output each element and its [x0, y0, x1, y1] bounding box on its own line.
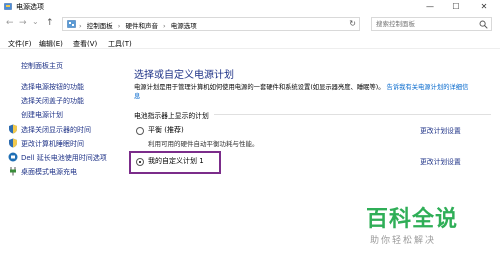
- main-content: 选择或自定义电源计划 电源计划是用于管理计算机如何使用电源的一套硬件和系统设置(…: [122, 50, 500, 277]
- sidebar-item-lid-close[interactable]: 选择关闭盖子的功能: [21, 96, 84, 106]
- breadcrumb-hardware-sound[interactable]: 硬件和声音: [125, 20, 158, 30]
- breadcrumb-control-panel[interactable]: 控制面板: [87, 20, 113, 30]
- up-button[interactable]: ↑: [46, 18, 54, 28]
- minimize-button[interactable]: —: [418, 0, 442, 13]
- watermark-tagline: 助你轻松解决: [370, 236, 437, 246]
- navigation-bar: ← → ⌄ ↑ › 控制面板 › 硬件和声音 › 电源选项 ↻: [0, 14, 500, 34]
- watermark-logo: 百科全说: [366, 207, 459, 232]
- plan-custom-change-settings-link[interactable]: 更改计划设置: [420, 156, 461, 166]
- plan-custom-radio[interactable]: [136, 158, 144, 166]
- control-panel-icon: [67, 20, 76, 28]
- maximize-button[interactable]: ☐: [444, 0, 468, 13]
- plan-balanced-change-settings-link[interactable]: 更改计划设置: [420, 125, 461, 135]
- plan-custom-name[interactable]: 我的自定义计划 1: [148, 156, 204, 166]
- menu-view[interactable]: 查看(V): [73, 39, 97, 49]
- forward-button[interactable]: →: [19, 18, 27, 28]
- page-description: 电源计划是用于管理计算机如何使用电源的一套硬件和系统设置(如显示器亮度、睡眠等)…: [134, 83, 474, 101]
- section-label: 电池指示器上显示的计划: [134, 112, 209, 120]
- sidebar-item-dell-battery[interactable]: Dell 延长电池使用时间选项: [21, 153, 107, 163]
- refresh-button[interactable]: ↻: [349, 19, 356, 28]
- search-input[interactable]: [372, 18, 472, 30]
- recent-locations-dropdown[interactable]: ⌄: [32, 17, 39, 26]
- plug-icon: [10, 167, 16, 176]
- search-icon[interactable]: [479, 20, 488, 29]
- sidebar-item-create-plan[interactable]: 创建电源计划: [21, 110, 63, 120]
- menu-file[interactable]: 文件(F): [8, 39, 32, 49]
- search-box: [371, 17, 492, 31]
- sidebar-item-desktop-charging[interactable]: 桌面模式电源充电: [21, 167, 77, 177]
- plan-balanced-radio[interactable]: [136, 127, 144, 135]
- menu-edit[interactable]: 编辑(E): [39, 39, 63, 49]
- breadcrumb-separator: ›: [117, 22, 121, 30]
- back-button[interactable]: ←: [6, 18, 14, 28]
- address-bar[interactable]: › 控制面板 › 硬件和声音 › 电源选项 ↻: [62, 17, 360, 31]
- shield-icon: [9, 138, 17, 148]
- power-options-icon: [4, 3, 12, 10]
- window-title: 电源选项: [16, 3, 44, 11]
- section-divider: [214, 114, 491, 115]
- menu-tools[interactable]: 工具(T): [108, 39, 132, 49]
- shield-icon: [9, 124, 17, 134]
- close-button[interactable]: ✕: [472, 0, 496, 13]
- breadcrumb: › 控制面板 › 硬件和声音 › 电源选项: [79, 20, 197, 30]
- breadcrumb-separator: ›: [79, 22, 82, 30]
- plan-balanced-name[interactable]: 平衡 (推荐): [148, 125, 184, 135]
- page-title: 选择或自定义电源计划: [134, 70, 234, 81]
- sidebar: 控制面板主页 选择电源按钮的功能 选择关闭盖子的功能 创建电源计划 选择关闭显示…: [0, 50, 122, 277]
- sidebar-item-sleep-time[interactable]: 更改计算机睡眠时间: [21, 139, 84, 149]
- breadcrumb-power-options[interactable]: 电源选项: [171, 20, 197, 30]
- menu-bar: 文件(F) 编辑(E) 查看(V) 工具(T): [0, 36, 500, 49]
- sidebar-item-power-button[interactable]: 选择电源按钮的功能: [21, 82, 84, 92]
- sidebar-item-display-off[interactable]: 选择关闭显示器的时间: [21, 125, 91, 135]
- dell-battery-icon: [8, 152, 18, 162]
- description-text: 电源计划是用于管理计算机如何使用电源的一套硬件和系统设置(如显示器亮度、睡眠等)…: [134, 84, 385, 91]
- title-bar: 电源选项 — ☐ ✕: [0, 0, 500, 13]
- breadcrumb-separator: ›: [163, 22, 166, 30]
- plan-balanced-description: 利用可用的硬件自动平衡功耗与性能。: [148, 140, 259, 148]
- sidebar-item-control-panel-home[interactable]: 控制面板主页: [21, 61, 63, 71]
